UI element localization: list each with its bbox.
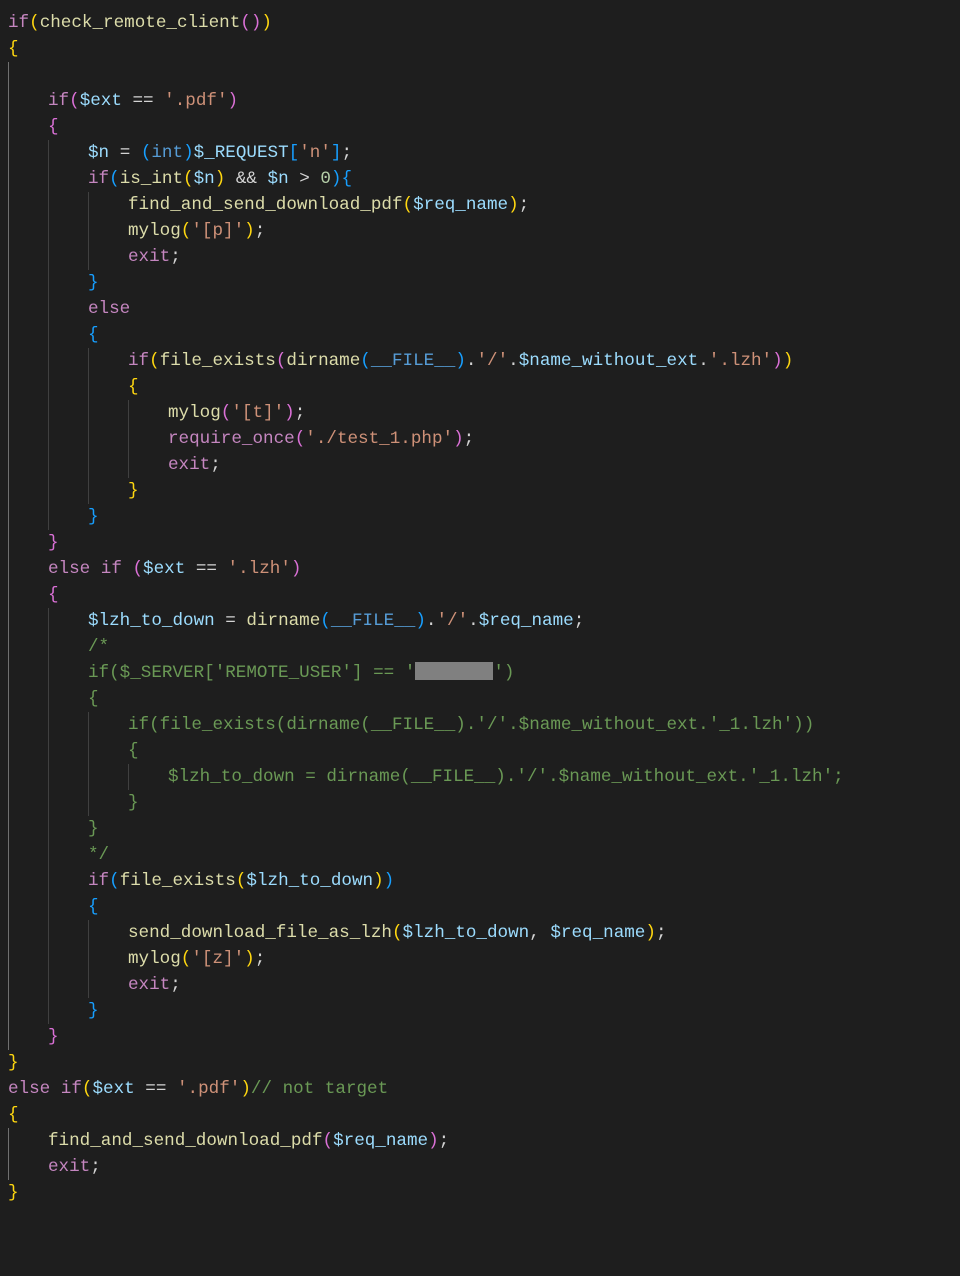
code-line[interactable]: {	[8, 686, 952, 712]
code-line[interactable]: else	[8, 296, 952, 322]
code-line[interactable]: exit;	[8, 972, 952, 998]
code-line[interactable]: else if ($ext == '.lzh')	[8, 556, 952, 582]
code-line[interactable]: if(file_exists($lzh_to_down))	[8, 868, 952, 894]
code-line[interactable]: {	[8, 322, 952, 348]
code-line[interactable]: exit;	[8, 244, 952, 270]
code-line[interactable]: exit;	[8, 1154, 952, 1180]
code-line[interactable]: if($ext == '.pdf')	[8, 88, 952, 114]
code-line[interactable]: exit;	[8, 452, 952, 478]
code-line[interactable]: $lzh_to_down = dirname(__FILE__).'/'.$re…	[8, 608, 952, 634]
code-line[interactable]: require_once('./test_1.php');	[8, 426, 952, 452]
code-line[interactable]: /*	[8, 634, 952, 660]
code-line[interactable]: }	[8, 530, 952, 556]
code-line[interactable]: }	[8, 790, 952, 816]
code-line[interactable]: }	[8, 270, 952, 296]
code-line[interactable]: if(is_int($n) && $n > 0){	[8, 166, 952, 192]
code-line[interactable]: $n = (int)$_REQUEST['n'];	[8, 140, 952, 166]
code-line[interactable]: if(check_remote_client())	[8, 10, 952, 36]
code-line[interactable]: if($_SERVER['REMOTE_USER'] == '')	[8, 660, 952, 686]
code-line[interactable]: if(file_exists(dirname(__FILE__).'/'.$na…	[8, 712, 952, 738]
code-line[interactable]: }	[8, 1050, 952, 1076]
code-line[interactable]: {	[8, 374, 952, 400]
code-line[interactable]: mylog('[p]');	[8, 218, 952, 244]
code-line[interactable]: else if($ext == '.pdf')// not target	[8, 1076, 952, 1102]
code-line[interactable]: find_and_send_download_pdf($req_name);	[8, 192, 952, 218]
code-line[interactable]: }	[8, 998, 952, 1024]
code-line[interactable]: }	[8, 504, 952, 530]
code-line[interactable]: $lzh_to_down = dirname(__FILE__).'/'.$na…	[8, 764, 952, 790]
code-line[interactable]: {	[8, 36, 952, 62]
code-line[interactable]: {	[8, 114, 952, 140]
code-line[interactable]: if(file_exists(dirname(__FILE__).'/'.$na…	[8, 348, 952, 374]
code-line[interactable]: */	[8, 842, 952, 868]
code-line[interactable]: {	[8, 738, 952, 764]
code-line[interactable]: }	[8, 1024, 952, 1050]
code-line[interactable]: mylog('[z]');	[8, 946, 952, 972]
code-line[interactable]: mylog('[t]');	[8, 400, 952, 426]
code-line[interactable]: {	[8, 1102, 952, 1128]
code-line[interactable]: }	[8, 1180, 952, 1206]
code-block[interactable]: if(check_remote_client()){if($ext == '.p…	[0, 0, 960, 1216]
code-line[interactable]: send_download_file_as_lzh($lzh_to_down, …	[8, 920, 952, 946]
code-line[interactable]: }	[8, 816, 952, 842]
code-line[interactable]	[8, 62, 952, 88]
code-line[interactable]: {	[8, 894, 952, 920]
code-line[interactable]: }	[8, 478, 952, 504]
code-line[interactable]: {	[8, 582, 952, 608]
code-line[interactable]: find_and_send_download_pdf($req_name);	[8, 1128, 952, 1154]
